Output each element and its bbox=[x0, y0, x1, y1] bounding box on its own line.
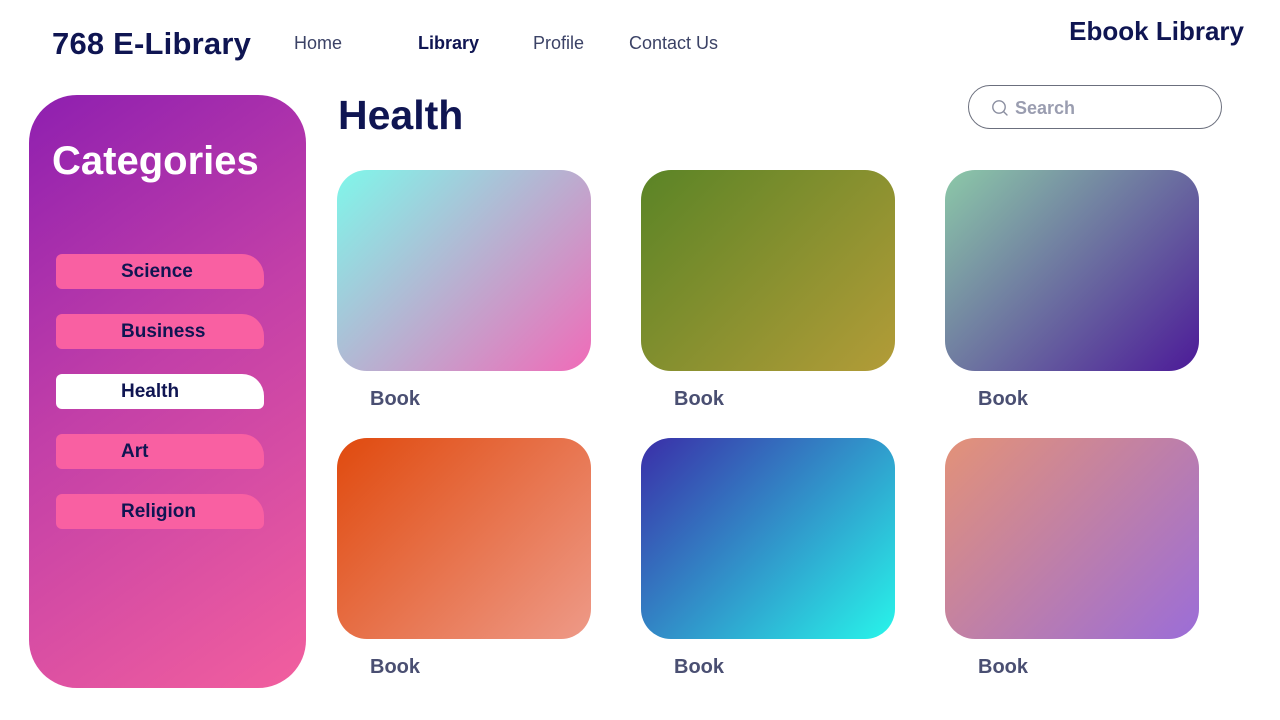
category-label: Religion bbox=[121, 501, 196, 522]
category-health[interactable]: Health bbox=[56, 374, 264, 409]
nav-library-link[interactable]: Library bbox=[418, 33, 479, 54]
book-title[interactable]: Book bbox=[674, 388, 724, 411]
book-title[interactable]: Book bbox=[370, 388, 420, 411]
search-bar[interactable] bbox=[968, 85, 1222, 129]
book-title[interactable]: Book bbox=[370, 656, 420, 679]
site-logo[interactable]: 768 E-Library bbox=[52, 26, 251, 62]
category-label: Science bbox=[121, 261, 193, 282]
nav-contact-us-link[interactable]: Contact Us bbox=[629, 33, 718, 54]
book-title[interactable]: Book bbox=[674, 656, 724, 679]
book-cover[interactable] bbox=[641, 438, 895, 639]
book-cover[interactable] bbox=[945, 170, 1199, 371]
categories-sidebar: Categories Science Business Health Art R… bbox=[29, 95, 306, 688]
category-business[interactable]: Business bbox=[56, 314, 264, 349]
nav-home-link[interactable]: Home bbox=[294, 33, 342, 54]
brand-title: Ebook Library bbox=[1069, 16, 1244, 46]
page-title: Health bbox=[338, 92, 464, 138]
category-label: Health bbox=[121, 381, 180, 402]
category-art[interactable]: Art bbox=[56, 434, 264, 469]
book-title[interactable]: Book bbox=[978, 388, 1028, 411]
book-cover[interactable] bbox=[945, 438, 1199, 639]
book-cover[interactable] bbox=[641, 170, 895, 371]
category-religion[interactable]: Religion bbox=[56, 494, 264, 529]
sidebar-title: Categories bbox=[52, 139, 259, 183]
book-cover[interactable] bbox=[337, 438, 591, 639]
search-icon bbox=[991, 99, 1009, 117]
category-label: Art bbox=[121, 441, 149, 462]
search-input[interactable] bbox=[1015, 95, 1205, 121]
nav-profile-link[interactable]: Profile bbox=[533, 33, 584, 54]
category-science[interactable]: Science bbox=[56, 254, 264, 289]
category-label: Business bbox=[121, 321, 206, 342]
book-cover[interactable] bbox=[337, 170, 591, 371]
page: 768 E-Library Home Library Profile Conta… bbox=[0, 0, 1280, 720]
book-title[interactable]: Book bbox=[978, 656, 1028, 679]
